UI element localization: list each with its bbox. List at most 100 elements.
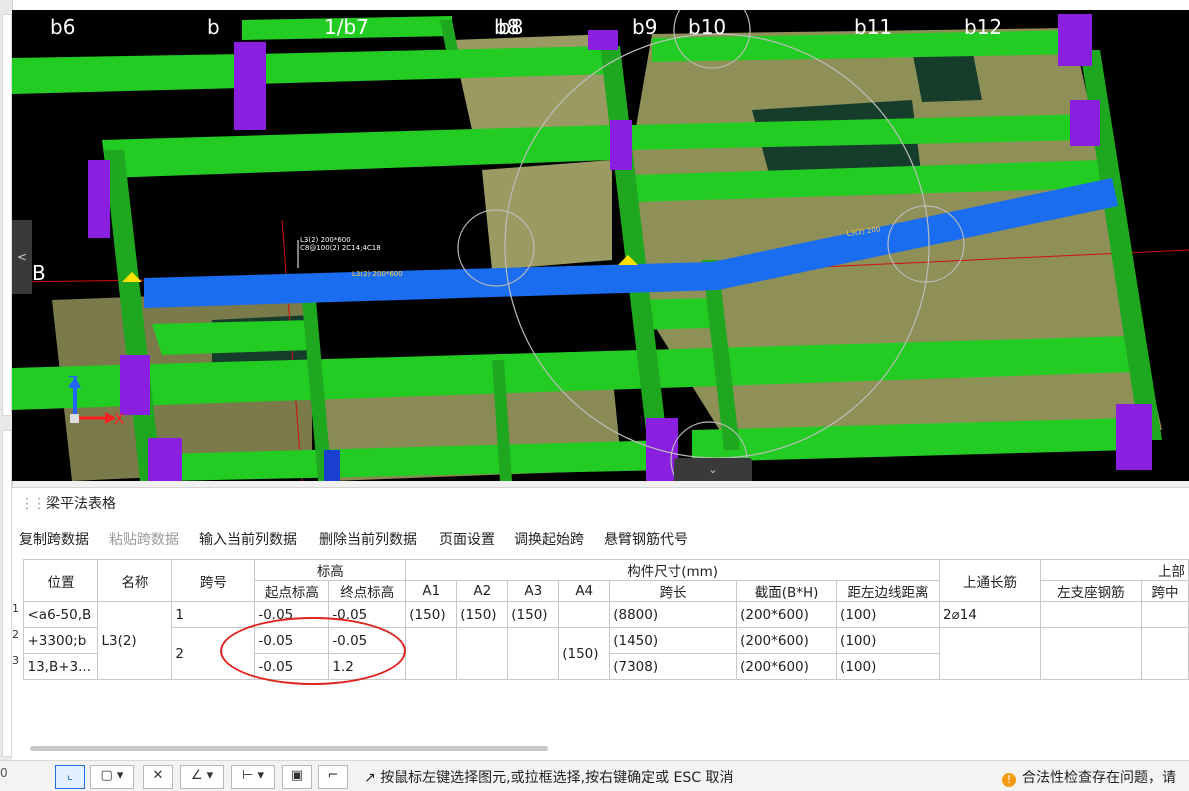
- structure-model: L3(2) 200*600 C8@100(2) 2C14;4C18 L3(2) …: [12, 10, 1189, 481]
- left-support-cell[interactable]: [1039, 601, 1142, 628]
- position-cell-line-2[interactable]: +3300;b: [23, 627, 99, 654]
- chevron-left-icon: <: [16, 250, 28, 264]
- panel-header: ⋮⋮ 梁平法表格: [12, 488, 1189, 520]
- select-rect-dropdown-icon[interactable]: ▢ ▾: [90, 765, 134, 789]
- table-toolbar: 复制跨数据 粘贴跨数据 输入当前列数据 删除当前列数据 页面设置 调换起始跨 悬…: [12, 528, 1189, 552]
- span-length-cell[interactable]: (7308): [609, 653, 738, 680]
- a2-cell[interactable]: (150): [456, 601, 509, 628]
- axis-label-b10: b10: [688, 15, 726, 39]
- span-mid-cell[interactable]: [1140, 627, 1189, 680]
- beam-span-label-1: L3(2) 200*600: [352, 270, 403, 278]
- cross-select-icon[interactable]: ✕: [143, 765, 173, 789]
- section-cell[interactable]: (200*600): [736, 653, 838, 680]
- panel-title: 梁平法表格: [46, 496, 116, 512]
- beam-table: 位置 名称 跨号 标高 构件尺寸(mm) 上通长筋 上部 起点标高 终点标高 A…: [12, 559, 1189, 680]
- left-support-cell[interactable]: [1039, 627, 1142, 680]
- input-column-button[interactable]: 输入当前列数据: [199, 528, 297, 552]
- span-length-cell[interactable]: (8800): [609, 601, 738, 628]
- left-edge-dist-cell[interactable]: (100): [836, 627, 941, 654]
- axis-label-B: B: [32, 261, 46, 285]
- beam-annotation-1: L3(2) 200*600: [300, 236, 351, 244]
- span-length-cell[interactable]: (1450): [609, 627, 738, 654]
- viewport-collapse-bottom-tab[interactable]: ⌄: [674, 458, 752, 481]
- header-elevation[interactable]: 标高: [254, 559, 407, 581]
- a4-cell[interactable]: (150): [558, 627, 611, 680]
- header-section[interactable]: 截面(B*H): [736, 580, 838, 602]
- status-hint: ↗ 按鼠标左键选择图元,或拉框选择,按右键确定或 ESC 取消: [364, 767, 734, 787]
- drag-grip-icon[interactable]: ⋮⋮: [20, 488, 46, 520]
- header-span-no[interactable]: 跨号: [171, 559, 256, 602]
- beam-table-panel: ⋮⋮ 梁平法表格 复制跨数据 粘贴跨数据 输入当前列数据 删除当前列数据 页面设…: [12, 487, 1189, 760]
- axis-label-b: b: [207, 15, 220, 39]
- beam-annotation-2: C8@100(2) 2C14;4C18: [300, 244, 381, 252]
- corner-number: 0: [0, 766, 8, 780]
- header-a2[interactable]: A2: [456, 580, 509, 602]
- status-hint-text: 按鼠标左键选择图元,或拉框选择,按右键确定或 ESC 取消: [380, 770, 734, 786]
- header-start-elev[interactable]: 起点标高: [254, 580, 330, 602]
- 3d-viewport[interactable]: L3(2) 200*600 C8@100(2) 2C14;4C18 L3(2) …: [12, 10, 1189, 481]
- highlight-annotation-circle: [220, 617, 406, 685]
- header-top-part[interactable]: 上部: [1039, 559, 1189, 581]
- section-cell[interactable]: (200*600): [736, 627, 838, 654]
- header-end-elev[interactable]: 终点标高: [328, 580, 407, 602]
- paste-span-button[interactable]: 粘贴跨数据: [109, 528, 179, 552]
- point-snap-icon[interactable]: ⌞: [55, 765, 85, 789]
- span-cell[interactable]: 1: [171, 601, 256, 628]
- header-position[interactable]: 位置: [23, 559, 99, 602]
- name-cell[interactable]: L3(2): [97, 601, 173, 680]
- arc-tool-icon[interactable]: ⌐: [318, 765, 348, 789]
- a1-cell[interactable]: (150): [405, 601, 458, 628]
- header-top-through[interactable]: 上通长筋: [939, 559, 1041, 602]
- viewport-collapse-left-tab[interactable]: <: [12, 220, 32, 294]
- angle-dropdown-icon[interactable]: ∠ ▾: [180, 765, 224, 789]
- display-toggle-icon[interactable]: ▣: [282, 765, 312, 789]
- chevron-down-icon: ⌄: [708, 463, 718, 476]
- a3-cell[interactable]: (150): [507, 601, 560, 628]
- a2-cell[interactable]: [456, 627, 509, 680]
- header-span-length[interactable]: 跨长: [609, 580, 738, 602]
- cantilever-code-button[interactable]: 悬臂钢筋代号: [604, 528, 688, 552]
- row-number: 2: [12, 627, 19, 641]
- table-row[interactable]: 2 +3300;b 2 -0.05 -0.05 (150) (1450) (20…: [12, 627, 1189, 680]
- a4-cell[interactable]: [558, 601, 611, 628]
- axis-label-b11: b11: [854, 15, 892, 39]
- page-setup-button[interactable]: 页面设置: [439, 528, 495, 552]
- header-a1[interactable]: A1: [405, 580, 458, 602]
- position-cell-line-1[interactable]: <a6-50,B: [23, 601, 99, 628]
- resize-arrow-icon: ↗: [364, 770, 381, 786]
- a3-cell[interactable]: [507, 627, 560, 680]
- coord-x-label: X: [114, 410, 124, 428]
- validity-warning-text: 合法性检查存在问题，请: [1022, 770, 1176, 786]
- header-span-mid[interactable]: 跨中: [1140, 580, 1189, 602]
- header-size-group[interactable]: 构件尺寸(mm): [405, 559, 941, 581]
- axis-label-b6: b6: [50, 15, 75, 39]
- row-number: 3: [12, 653, 19, 667]
- axis-label-1b7: 1/b7: [324, 15, 369, 39]
- header-a4[interactable]: A4: [558, 580, 611, 602]
- left-edge-dist-cell[interactable]: (100): [836, 601, 941, 628]
- offset-dropdown-icon[interactable]: ⊢ ▾: [231, 765, 275, 789]
- header-name[interactable]: 名称: [97, 559, 173, 602]
- header-a3[interactable]: A3: [507, 580, 560, 602]
- copy-span-button[interactable]: 复制跨数据: [19, 528, 89, 552]
- header-left-edge-dist[interactable]: 距左边线距离: [836, 580, 941, 602]
- a1-cell[interactable]: [405, 627, 458, 680]
- axis-label-b12: b12: [964, 15, 1002, 39]
- section-cell[interactable]: (200*600): [736, 601, 838, 628]
- swap-start-span-button[interactable]: 调换起始跨: [514, 528, 584, 552]
- validity-warning[interactable]: ! 合法性检查存在问题，请: [1002, 767, 1176, 787]
- row-number: 1: [12, 601, 19, 615]
- axis-label-b8-overlap: b8: [498, 15, 523, 39]
- header-left-support[interactable]: 左支座钢筋: [1039, 580, 1142, 602]
- warning-icon: !: [1002, 773, 1016, 787]
- position-cell-line-3[interactable]: 13,B+3...: [23, 653, 99, 680]
- table-row[interactable]: 1 <a6-50,B L3(2) 1 -0.05 -0.05 (150) (15…: [12, 601, 1189, 680]
- status-bar: ⌞ ▢ ▾ ✕ ∠ ▾ ⊢ ▾ ▣ ⌐ ↗ 按鼠标左键选择图元,或拉框选择,按右…: [0, 760, 1189, 791]
- top-through-cell[interactable]: 2⌀14: [939, 601, 1041, 628]
- axis-label-b9: b9: [632, 15, 657, 39]
- delete-column-button[interactable]: 删除当前列数据: [319, 528, 417, 552]
- horizontal-scrollbar[interactable]: [30, 746, 548, 751]
- left-edge-dist-cell[interactable]: (100): [836, 653, 941, 680]
- top-through-cell[interactable]: [939, 627, 1041, 680]
- span-mid-cell[interactable]: [1140, 601, 1189, 628]
